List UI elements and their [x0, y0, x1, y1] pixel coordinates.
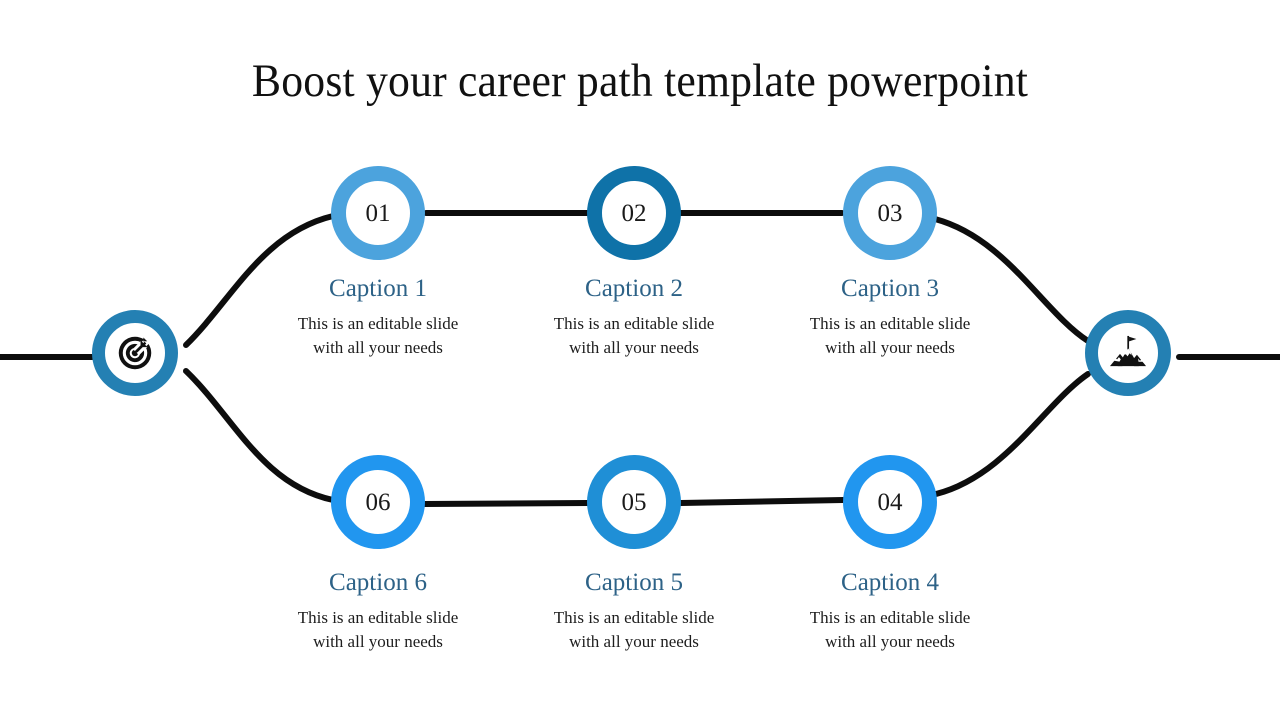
- step-body-04: This is an editable slide with all your …: [809, 608, 971, 651]
- target-arrow-icon: [115, 333, 155, 373]
- step-node-05[interactable]: 05: [587, 455, 681, 549]
- step-node-03[interactable]: 03: [843, 166, 937, 260]
- step-body-01: This is an editable slide with all your …: [297, 314, 459, 357]
- step-number-03: 03: [877, 199, 903, 227]
- step-body-05: This is an editable slide with all your …: [553, 608, 715, 651]
- step-caption-02: Caption 2: [585, 275, 683, 302]
- step-body-03: This is an editable slide with all your …: [809, 314, 971, 357]
- step-number-05: 05: [621, 488, 647, 516]
- step-number-06: 06: [365, 488, 391, 516]
- step-caption-05: Caption 5: [585, 569, 683, 596]
- step-number-01: 01: [365, 199, 391, 227]
- step-node-01[interactable]: 01: [331, 166, 425, 260]
- step-caption-03: Caption 3: [841, 275, 939, 302]
- step-number-04: 04: [877, 488, 903, 516]
- connector-06-to-05: [422, 500, 591, 507]
- step-node-06[interactable]: 06: [331, 455, 425, 549]
- start-endpoint-node[interactable]: [92, 310, 178, 396]
- connector-04-to-end: [933, 371, 1091, 497]
- step-body-06: This is an editable slide with all your …: [297, 608, 459, 651]
- step-node-04[interactable]: 04: [843, 455, 937, 549]
- step-caption-01: Caption 1: [329, 275, 427, 302]
- connector-05-to-04: [678, 497, 846, 506]
- step-caption-04: Caption 4: [841, 569, 939, 596]
- mountain-flag-icon: [1107, 333, 1149, 373]
- slide-canvas: Boost your career path template powerpoi…: [0, 0, 1280, 720]
- step-body-02: This is an editable slide with all your …: [553, 314, 715, 357]
- step-number-02: 02: [621, 199, 647, 227]
- end-endpoint-node[interactable]: [1085, 310, 1171, 396]
- step-node-02[interactable]: 02: [587, 166, 681, 260]
- step-caption-06: Caption 6: [329, 569, 427, 596]
- page-title: Boost your career path template powerpoi…: [251, 55, 1029, 107]
- connector-start-to-06: [183, 368, 336, 503]
